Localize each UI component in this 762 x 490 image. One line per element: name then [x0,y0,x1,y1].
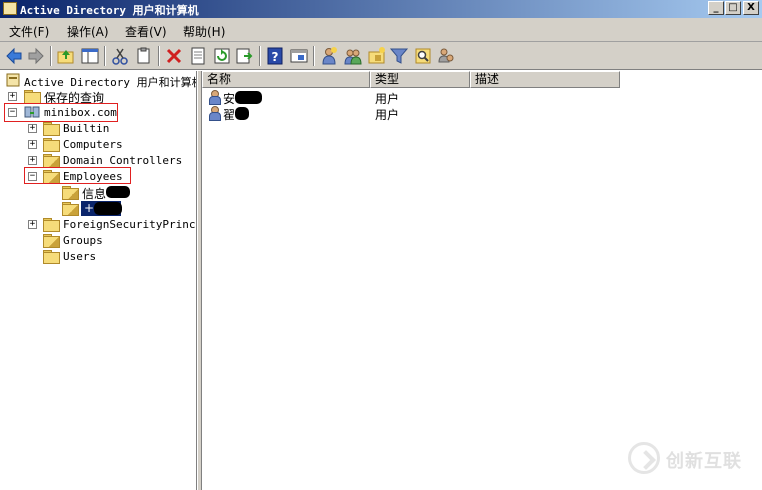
svg-text:?: ? [272,50,279,64]
toolbar-separator [158,46,160,66]
menu-action[interactable]: 操作(A) [67,23,109,40]
user-icon [208,90,221,105]
redaction-mark [235,107,249,120]
new-user-icon[interactable] [319,46,339,66]
tree-item-computers[interactable]: + Computers [0,136,196,152]
tree-item-domain-controllers[interactable]: + Domain Controllers [0,152,196,168]
title-bar[interactable]: Active Directory 用户和计算机 _ □ X [0,0,762,18]
tree-item-label: Users [63,250,97,263]
tree-pane[interactable]: Active Directory 用户和计算机 + 保存的查询 − minibo… [0,71,197,490]
watermark-text: 创新互联 [666,451,742,472]
window-title: Active Directory 用户和计算机 [20,4,199,17]
tree-item-foreign-security[interactable]: + ForeignSecurityPrincipals [0,216,196,232]
expand-icon[interactable]: + [28,156,37,165]
redaction-mark [235,91,262,104]
folder-icon [43,250,60,264]
user-icon [208,106,221,121]
expand-icon[interactable]: + [28,124,37,133]
expand-icon[interactable]: + [28,220,37,229]
up-folder-icon[interactable] [56,46,76,66]
refresh-icon[interactable] [212,46,232,66]
watermark: 创新互联 [628,442,758,476]
toolbar-separator [104,46,106,66]
redaction-mark [106,186,130,198]
close-button[interactable]: X [743,1,759,15]
list-item[interactable]: 安 用户 [202,89,622,106]
folder-icon [43,122,60,136]
menu-bar: 文件(F) 操作(A) 查看(V) 帮助(H) [0,18,762,42]
folder-icon [43,218,60,232]
show-hide-tree-icon[interactable] [80,46,100,66]
list-item-type: 用户 [375,108,400,122]
ou-folder-icon [43,234,60,248]
column-header-description[interactable]: 描述 [470,71,620,88]
column-header-name[interactable]: 名称 [202,71,370,88]
ou-folder-icon [62,202,79,216]
expand-icon[interactable]: + [8,92,17,101]
add-to-group-icon[interactable] [436,46,456,66]
maximize-button[interactable]: □ [725,1,741,15]
properties-icon[interactable] [188,46,208,66]
new-group-icon[interactable] [343,46,363,66]
tree-item-label: Domain Controllers [63,154,183,167]
export-list-icon[interactable] [234,46,254,66]
tree-item-label: Builtin [63,122,110,135]
aduc-root-icon [6,73,20,87]
tree-item-employees-child[interactable]: 信息 [0,184,196,201]
toolbar: ? [0,42,762,70]
folder-icon [24,90,41,104]
toolbar-separator [259,46,261,66]
tree-item-groups[interactable]: Groups [0,232,196,248]
ou-folder-icon [62,186,79,200]
tree-item-users[interactable]: Users [0,248,196,264]
list-item[interactable]: 翟 用户 [202,105,622,122]
tree-item-label: ForeignSecurityPrincipals [63,218,196,231]
tree-item-builtin[interactable]: + Builtin [0,120,196,136]
menu-view[interactable]: 查看(V) [125,23,167,40]
tree-item-label: Computers [63,138,123,151]
list-pane[interactable]: 名称 类型 描述 安 用户 翟 用户 [201,71,762,490]
cut-icon[interactable] [110,46,130,66]
expand-icon[interactable]: + [28,140,37,149]
forward-arrow-icon[interactable] [26,46,46,66]
app-icon [3,2,17,15]
menu-help[interactable]: 帮助(H) [183,23,225,40]
tree-item-label: Groups [63,234,103,247]
tree-item-saved-queries[interactable]: + 保存的查询 [0,88,196,105]
minimize-button[interactable]: _ [708,1,724,15]
list-item-name: 翟 [223,108,236,122]
find-icon[interactable] [413,46,433,66]
employees-annotation-box [24,167,131,184]
toolbar-separator [313,46,315,66]
folder-icon [43,138,60,152]
help-icon[interactable]: ? [265,46,285,66]
mmc-console-icon[interactable] [289,46,309,66]
delete-icon[interactable] [164,46,184,66]
back-arrow-icon[interactable] [4,46,24,66]
column-header-type[interactable]: 类型 [370,71,470,88]
toolbar-separator [50,46,52,66]
menu-file[interactable]: 文件(F) [9,23,49,40]
copy-icon[interactable] [134,46,154,66]
filter-icon[interactable] [389,46,409,66]
new-ou-icon[interactable] [367,46,387,66]
tree-item-employees-child-selected[interactable]: + [0,200,196,216]
ou-folder-icon [43,154,60,168]
tree-root[interactable]: Active Directory 用户和计算机 [0,72,196,89]
watermark-logo-icon [628,442,660,474]
redaction-mark [94,202,122,215]
